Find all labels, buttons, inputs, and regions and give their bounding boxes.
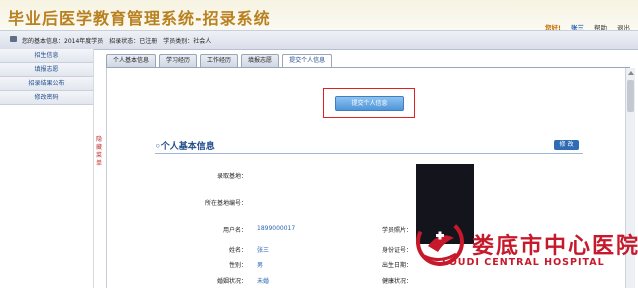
hospital-watermark: 娄底市中心医院 LOUDI CENTRAL HOSPITAL <box>414 212 638 288</box>
tab-basic-info[interactable]: 个人基本信息 <box>106 54 157 67</box>
birth-date-label: 出生日期： <box>381 262 412 269</box>
health-status-label: 健康状况： <box>381 278 412 285</box>
tab-education[interactable]: 学习经历 <box>159 54 198 67</box>
username-label: 用户名： <box>222 227 247 234</box>
scroll-thumb[interactable] <box>627 80 634 112</box>
id-number-label: 身份证号： <box>381 247 412 254</box>
highlight-frame: 提交个人信息 <box>323 88 415 118</box>
basic-info-text: 您的基本信息：2014年度学员 <box>22 38 104 45</box>
base-number-label: 所在基地编号： <box>204 200 247 207</box>
sidebar-item-results[interactable]: 招录结果公布 <box>0 77 93 91</box>
photo-label: 学员照片： <box>381 227 412 234</box>
sidebar-item-enrollment-info[interactable]: 招生信息 <box>0 49 93 63</box>
username-value: 1899000017 <box>257 225 296 232</box>
sidebar-item-change-password[interactable]: 修改密码 <box>0 91 93 105</box>
name-value: 张三 <box>257 247 270 254</box>
marital-status-value: 未婚 <box>257 278 270 285</box>
sidebar-item-fill-preferences[interactable]: 填报志愿 <box>0 63 93 77</box>
student-category-text: 学员类别：社会人 <box>163 38 212 45</box>
tab-work-experience[interactable]: 工作经历 <box>200 54 239 67</box>
tab-preferences[interactable]: 填报志愿 <box>241 54 280 67</box>
edit-button[interactable]: 修 改 <box>554 140 579 150</box>
gender-value: 男 <box>257 262 264 269</box>
app-title: 毕业后医学教育管理系统-招录系统 <box>8 9 271 28</box>
submit-info-button[interactable]: 提交个人信息 <box>335 96 404 111</box>
enroll-base-label: 录取基地： <box>216 173 247 180</box>
app-header: 毕业后医学教育管理系统-招录系统 您好! 张三 帮助 退出 <box>0 0 638 32</box>
tab-submit-info[interactable]: 提交个人信息 <box>282 54 333 67</box>
marital-status-label: 婚姻状况： <box>216 278 247 285</box>
section-divider <box>155 153 583 154</box>
enroll-status-text: 招录状态：已注册 <box>109 38 158 45</box>
hospital-name-english: LOUDI CENTRAL HOSPITAL <box>442 257 605 268</box>
user-info-icon <box>10 36 17 42</box>
section-title: ◦个人基本信息 <box>155 142 215 152</box>
hide-menu-toggle[interactable]: 隐藏菜单 <box>95 136 103 168</box>
gender-label: 性别： <box>228 262 247 269</box>
hospital-name-chinese: 娄底市中心医院 <box>472 234 638 259</box>
sidebar: 招生信息 填报志愿 招录结果公布 修改密码 <box>0 49 94 288</box>
info-bar: 您的基本信息：2014年度学员 招录状态：已注册 学员类别：社会人 <box>0 30 638 50</box>
scroll-up-icon[interactable] <box>628 71 634 75</box>
name-label: 姓名： <box>228 247 247 254</box>
tab-bar: 个人基本信息 学习经历 工作经历 填报志愿 提交个人信息 <box>106 54 333 67</box>
